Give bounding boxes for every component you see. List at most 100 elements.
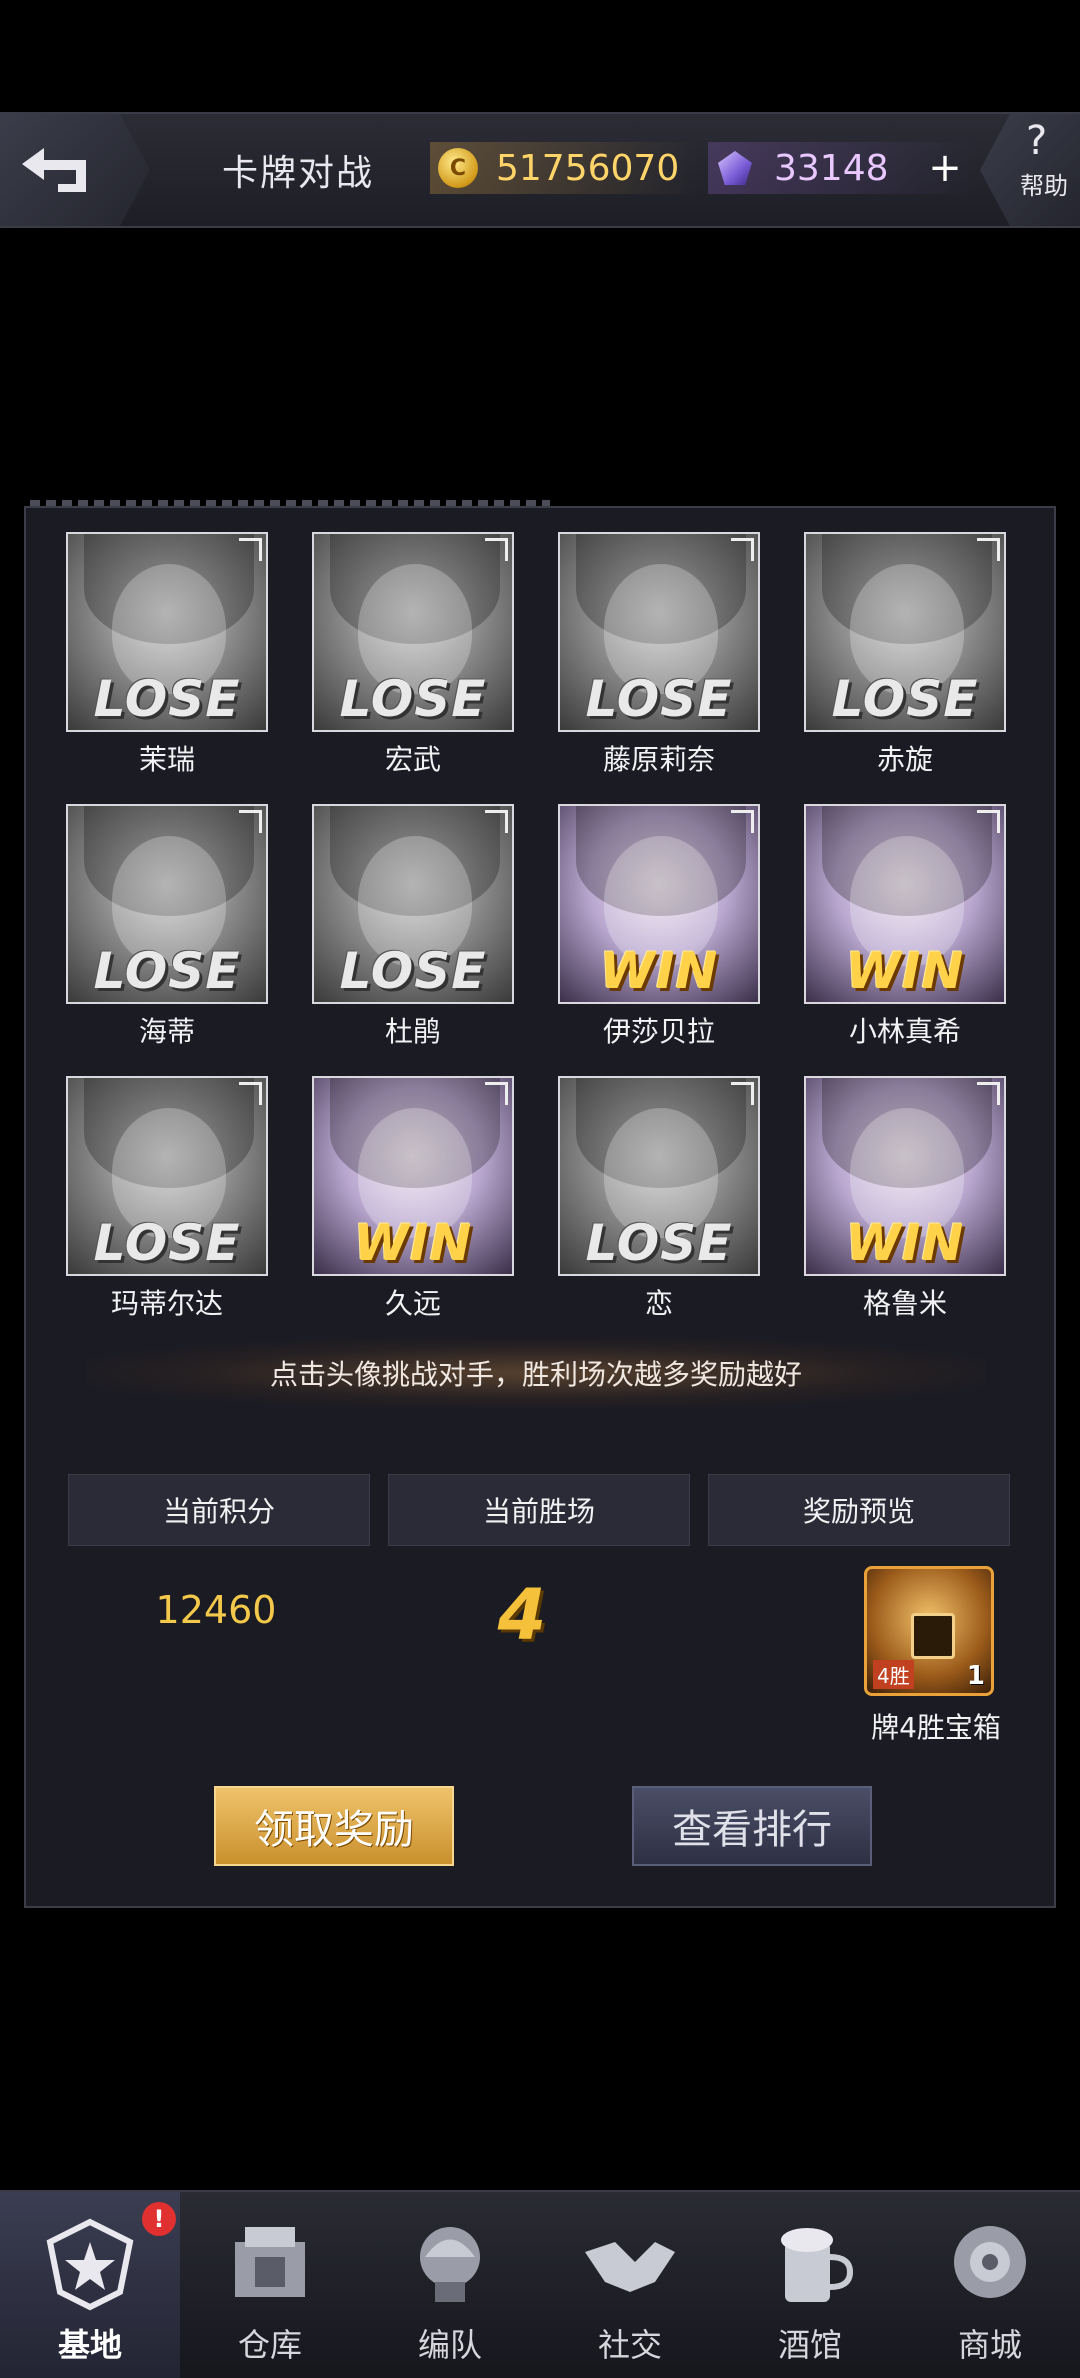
- corner-decoration: [977, 538, 1000, 561]
- corner-decoration: [977, 1082, 1000, 1105]
- corner-decoration: [977, 810, 1000, 833]
- opponent-card[interactable]: LOSE 海蒂: [66, 804, 268, 1048]
- chest-lock-icon: [911, 1613, 955, 1659]
- opponent-portrait: WIN: [312, 1076, 514, 1276]
- opponent-name: 杜鹃: [384, 1015, 441, 1048]
- wins-header: 当前胜场: [388, 1474, 690, 1546]
- opponent-portrait: WIN: [804, 804, 1006, 1004]
- result-tag: LOSE: [585, 1214, 733, 1272]
- nav-label: 商城: [957, 2326, 1022, 2364]
- formation-icon: [420, 2227, 480, 2302]
- opponent-card[interactable]: WIN 格鲁米: [804, 1076, 1006, 1320]
- bottom-nav: 基地! 仓库 编队 社交 酒馆 商城: [0, 2190, 1080, 2378]
- opponent-name: 小林真希: [848, 1015, 961, 1048]
- result-tag: LOSE: [93, 670, 241, 728]
- opponent-name: 格鲁米: [862, 1287, 947, 1320]
- result-tag: LOSE: [93, 1214, 241, 1272]
- shop-icon: [954, 2226, 1026, 2298]
- opponent-portrait: LOSE: [558, 532, 760, 732]
- gold-counter: C 51756070: [430, 142, 700, 194]
- opponent-card[interactable]: LOSE 玛蒂尔达: [66, 1076, 268, 1320]
- opponent-portrait: LOSE: [66, 532, 268, 732]
- gold-coin-icon: C: [438, 148, 478, 188]
- back-button[interactable]: [0, 114, 150, 226]
- opponent-card[interactable]: WIN 久远: [312, 1076, 514, 1320]
- current-score: 12460: [155, 1588, 277, 1632]
- opponent-portrait: WIN: [804, 1076, 1006, 1276]
- corner-decoration: [239, 1082, 262, 1105]
- result-tag: WIN: [845, 1214, 965, 1272]
- opponent-card[interactable]: WIN 小林真希: [804, 804, 1006, 1048]
- opponent-portrait: LOSE: [312, 532, 514, 732]
- gem-icon: [718, 151, 752, 185]
- nav-item-base[interactable]: 基地!: [0, 2192, 180, 2378]
- nav-item-tavern[interactable]: 酒馆: [720, 2192, 900, 2378]
- claim-reward-button[interactable]: 领取奖励: [214, 1786, 454, 1866]
- nav-label: 编队: [417, 2326, 482, 2364]
- base-icon: [46, 2218, 134, 2311]
- hint-banner: 点击头像挑战对手，胜利场次越多奖励越好: [86, 1338, 986, 1408]
- card-battle-panel: LOSE 茉瑞 LOSE 宏武 LOSE 藤原莉奈 LOSE 赤旋 LOSE 海蒂 LOSE 杜鹃 WI…: [24, 506, 1056, 1908]
- current-wins: 4: [497, 1574, 547, 1656]
- tavern-icon: [781, 2228, 854, 2302]
- view-ranking-button[interactable]: 查看排行: [632, 1786, 872, 1866]
- nav-label: 基地: [57, 2326, 122, 2364]
- result-tag: LOSE: [585, 670, 733, 728]
- opponent-card[interactable]: LOSE 宏武: [312, 532, 514, 776]
- result-tag: WIN: [845, 942, 965, 1000]
- opponent-portrait: LOSE: [66, 804, 268, 1004]
- corner-decoration: [485, 810, 508, 833]
- opponent-card[interactable]: WIN 伊莎贝拉: [558, 804, 760, 1048]
- back-arrow-icon: [22, 148, 86, 192]
- help-icon: ?: [1026, 118, 1048, 164]
- opponent-portrait: LOSE: [66, 1076, 268, 1276]
- chest-count: 1: [966, 1661, 985, 1691]
- opponent-name: 恋: [644, 1287, 673, 1320]
- nav-label: 酒馆: [777, 2326, 842, 2364]
- corner-decoration: [731, 538, 754, 561]
- opponent-name: 玛蒂尔达: [110, 1287, 223, 1320]
- result-tag: LOSE: [339, 670, 487, 728]
- opponent-portrait: LOSE: [804, 532, 1006, 732]
- warehouse-icon: [235, 2227, 305, 2297]
- reward-chest-icon[interactable]: 4胜 1: [864, 1566, 994, 1696]
- gold-amount: 51756070: [496, 147, 680, 189]
- page-title: 卡牌对战: [222, 153, 375, 194]
- opponent-portrait: LOSE: [312, 804, 514, 1004]
- opponent-name: 藤原莉奈: [602, 743, 715, 776]
- corner-decoration: [731, 810, 754, 833]
- opponent-card[interactable]: LOSE 藤原莉奈: [558, 532, 760, 776]
- opponent-card[interactable]: LOSE 赤旋: [804, 532, 1006, 776]
- corner-decoration: [239, 538, 262, 561]
- top-bar: 卡牌对战 C 51756070 33148 + ? 帮助: [0, 112, 1080, 228]
- result-tag: WIN: [599, 942, 719, 1000]
- opponent-name: 茉瑞: [138, 743, 195, 776]
- opponent-card[interactable]: LOSE 茉瑞: [66, 532, 268, 776]
- handshake-icon: [585, 2242, 675, 2292]
- score-header: 当前积分: [68, 1474, 370, 1546]
- opponent-name: 久远: [384, 1287, 441, 1320]
- result-tag: LOSE: [339, 942, 487, 1000]
- reward-header: 奖励预览: [708, 1474, 1010, 1546]
- opponent-card[interactable]: LOSE 恋: [558, 1076, 760, 1320]
- opponent-name: 赤旋: [876, 743, 933, 776]
- nav-item-formation[interactable]: 编队: [360, 2192, 540, 2378]
- nav-item-handshake[interactable]: 社交: [540, 2192, 720, 2378]
- nav-label: 社交: [597, 2326, 662, 2364]
- opponent-card[interactable]: LOSE 杜鹃: [312, 804, 514, 1048]
- nav-label: 仓库: [237, 2326, 302, 2364]
- add-gems-button[interactable]: +: [925, 148, 965, 188]
- opponent-name: 海蒂: [138, 1015, 195, 1048]
- nav-item-shop[interactable]: 商城: [900, 2192, 1080, 2378]
- opponent-portrait: WIN: [558, 804, 760, 1004]
- result-tag: LOSE: [831, 670, 979, 728]
- nav-item-warehouse[interactable]: 仓库: [180, 2192, 360, 2378]
- result-tag: LOSE: [93, 942, 241, 1000]
- corner-decoration: [239, 810, 262, 833]
- help-button[interactable]: ? 帮助: [980, 114, 1080, 226]
- opponent-name: 宏武: [384, 743, 441, 776]
- notification-badge-icon: !: [142, 2202, 176, 2236]
- gem-amount: 33148: [774, 147, 889, 189]
- corner-decoration: [485, 538, 508, 561]
- opponent-name: 伊莎贝拉: [602, 1015, 715, 1048]
